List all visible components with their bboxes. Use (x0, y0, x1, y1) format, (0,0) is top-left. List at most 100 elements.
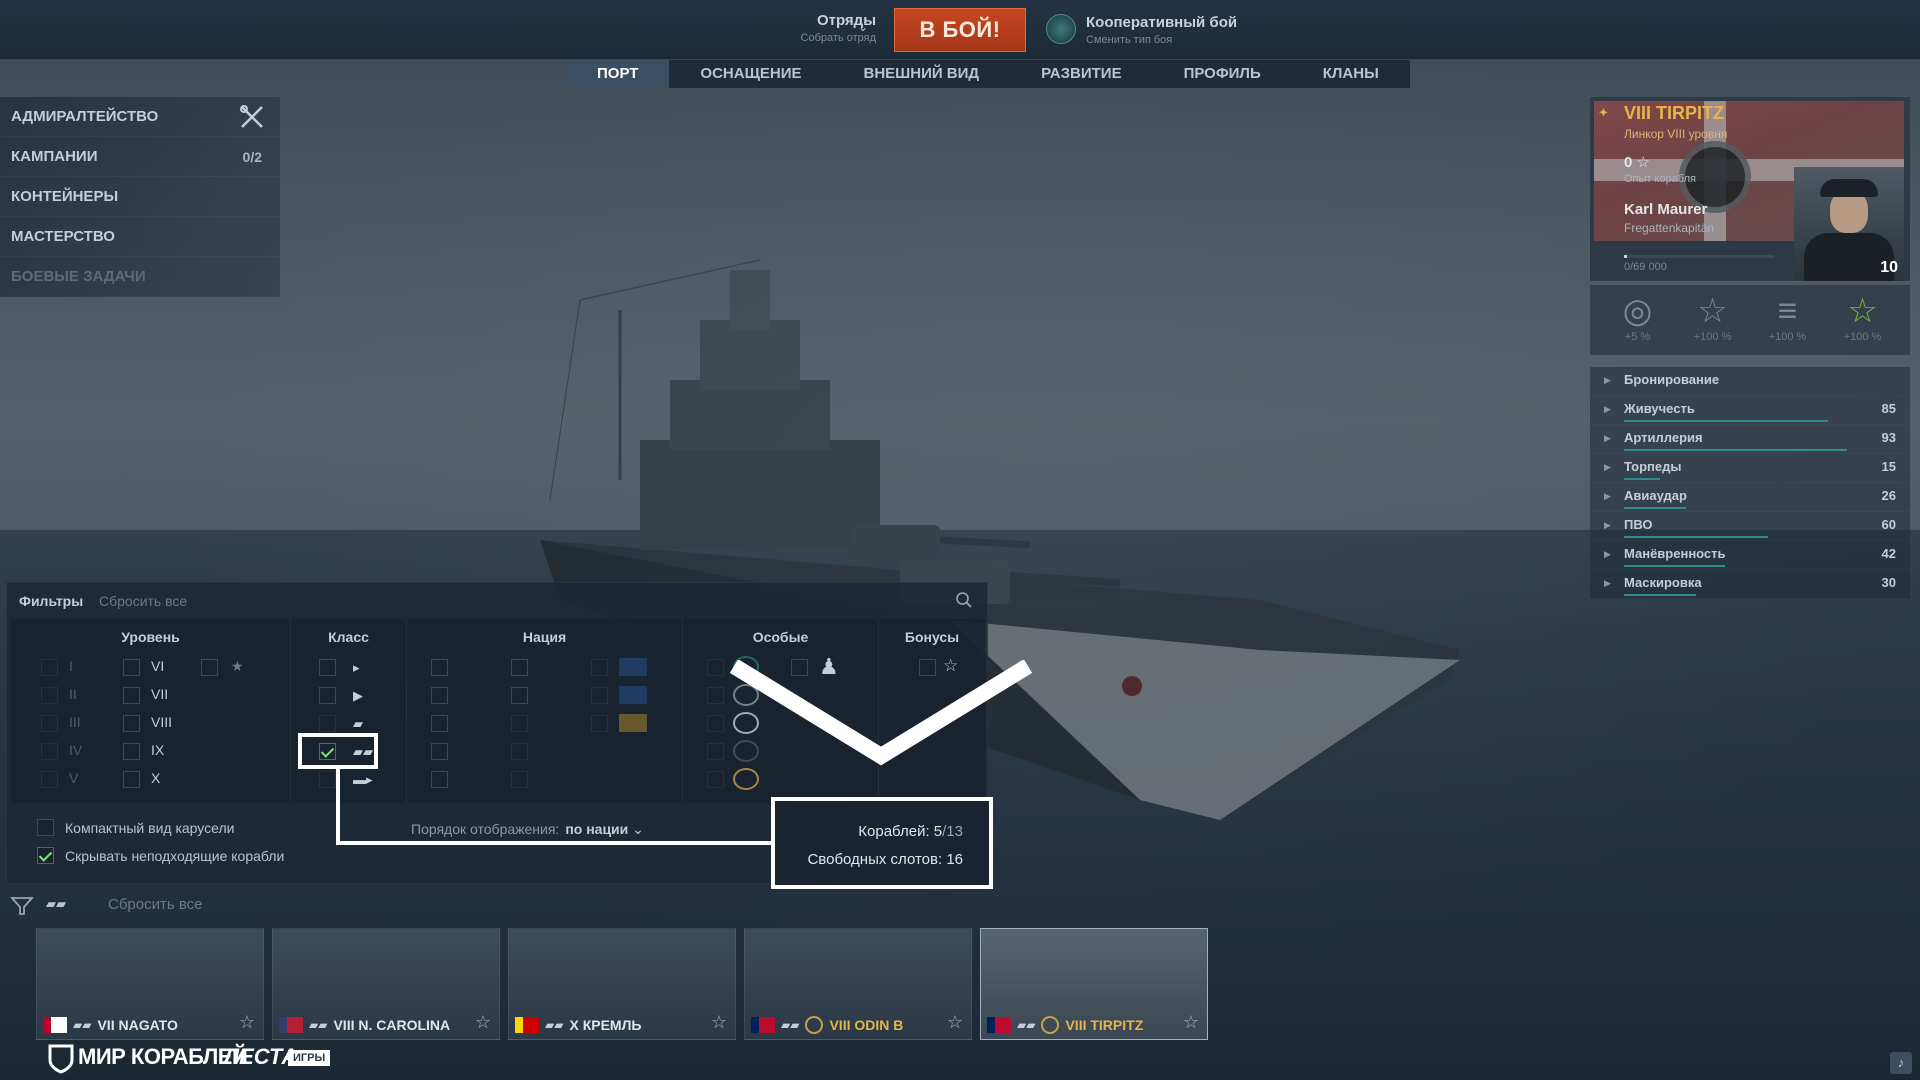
filter-checkbox-level[interactable] (123, 659, 140, 676)
favorite-star-icon[interactable]: ☆ (239, 1012, 255, 1033)
tab-equipment[interactable]: ОСНАЩЕНИЕ (669, 60, 832, 88)
favorite-star-icon[interactable]: ☆ (947, 1012, 963, 1033)
hide-unsuitable-checkbox[interactable] (37, 847, 54, 864)
elite-badge-icon (805, 1016, 824, 1034)
filter-checkbox-nation[interactable] (591, 687, 608, 704)
signal-flag-slot[interactable]: ◎ +5 % (1610, 293, 1666, 355)
ship-card-name: VIII TIRPITZ (1065, 1017, 1144, 1033)
param-row[interactable]: ▶ Авиаудар 26 (1590, 483, 1910, 512)
menu-item-admiralty[interactable]: АДМИРАЛТЕЙСТВО (0, 97, 280, 137)
ship-card[interactable]: ▰▰ VIII N. CAROLINA ☆ (272, 928, 500, 1040)
filter-checkbox-level[interactable] (41, 715, 58, 732)
signal-flags-row: ◎ +5 % ☆ +100 % ≡ +100 % ☆ +100 % (1590, 285, 1910, 355)
chevron-down-icon[interactable]: ⌄ (858, 20, 868, 34)
battleship-icon: ▰ (353, 716, 363, 731)
menu-item-label: МАСТЕРСТВО (11, 228, 115, 245)
param-row[interactable]: ▶ ПВО 60 (1590, 512, 1910, 541)
filter-checkbox-class[interactable] (319, 659, 336, 676)
battle-button[interactable]: В БОЙ! (894, 8, 1026, 52)
search-icon[interactable] (955, 591, 973, 609)
signal-flag-slot[interactable]: ☆ +100 % (1685, 293, 1741, 355)
battle-mode-selector[interactable]: Кооперативный бой Сменить тип боя (1086, 14, 1237, 46)
crossed-tools-icon (240, 105, 263, 128)
ship-card[interactable]: ▰▰ VII NAGATO ☆ (36, 928, 264, 1040)
filter-checkbox-nation[interactable] (431, 771, 448, 788)
filter-checkbox-special[interactable] (707, 687, 724, 704)
filter-checkbox-class[interactable] (319, 687, 336, 704)
filter-checkbox-special[interactable] (707, 715, 724, 732)
filter-checkbox-class[interactable] (319, 771, 336, 788)
filter-checkbox-nation[interactable] (511, 687, 528, 704)
filters-reset-all[interactable]: Сбросить все (99, 593, 187, 609)
ship-header[interactable]: ✦ VIII TIRPITZ Линкор VIII уровня 0 ☆ Оп… (1590, 97, 1910, 281)
filter-checkbox-class[interactable] (319, 715, 336, 732)
filter-checkbox-nation[interactable] (431, 659, 448, 676)
param-bar (1624, 565, 1725, 567)
option-hide-unsuitable[interactable]: Скрывать неподходящие корабли (37, 847, 284, 875)
filter-checkbox-nation[interactable] (511, 715, 528, 732)
filter-checkbox-nation[interactable] (591, 715, 608, 732)
ship-card[interactable]: ▰▰ X КРЕМЛЬ ☆ (508, 928, 736, 1040)
flag-bonus: +100 % (1693, 331, 1732, 343)
ship-card[interactable]: ▰▰ VIII ODIN B ☆ (744, 928, 972, 1040)
filter-checkbox-level[interactable] (123, 687, 140, 704)
filter-checkbox-special[interactable] (707, 771, 724, 788)
captain-xp-bar (1624, 255, 1774, 258)
carousel-reset-all[interactable]: Сбросить все (108, 896, 202, 913)
filter-checkbox-nation[interactable] (591, 659, 608, 676)
filter-checkbox-level[interactable] (41, 743, 58, 760)
favorite-star-icon[interactable]: ☆ (1183, 1012, 1199, 1033)
filter-checkbox-level[interactable] (41, 687, 58, 704)
tab-clans[interactable]: КЛАНЫ (1292, 60, 1410, 88)
captain-portrait[interactable]: 10 (1794, 167, 1904, 281)
filter-checkbox-nation[interactable] (431, 687, 448, 704)
filter-checkbox-nation[interactable] (511, 743, 528, 760)
filter-checkbox-special[interactable] (707, 743, 724, 760)
compact-view-checkbox[interactable] (37, 819, 54, 836)
tab-appearance[interactable]: ВНЕШНИЙ ВИД (833, 60, 1011, 88)
signal-flag-slot[interactable]: ☆ +100 % (1835, 293, 1891, 355)
filter-checkbox-nation[interactable] (431, 715, 448, 732)
favorite-star-icon[interactable]: ☆ (475, 1012, 491, 1033)
menu-item-mastery[interactable]: МАСТЕРСТВО (0, 217, 280, 257)
param-label: Артиллерия (1624, 430, 1703, 445)
param-row[interactable]: ▶ Живучесть 85 (1590, 396, 1910, 425)
signal-flag-slot[interactable]: ≡ +100 % (1760, 293, 1816, 355)
filter-checkbox-nation[interactable] (511, 659, 528, 676)
battle-mode-icon[interactable] (1046, 14, 1076, 44)
param-row[interactable]: ▶ Торпеды 15 (1590, 454, 1910, 483)
param-row[interactable]: ▶ Артиллерия 93 (1590, 425, 1910, 454)
menu-item-combat-missions[interactable]: БОЕВЫЕ ЗАДАЧИ (0, 257, 280, 297)
menu-item-containers[interactable]: КОНТЕЙНЕРЫ (0, 177, 280, 217)
menu-item-campaigns[interactable]: КАМПАНИИ 0/2 (0, 137, 280, 177)
filter-checkbox-level[interactable] (123, 743, 140, 760)
option-compact-view[interactable]: Компактный вид карусели (37, 819, 284, 847)
battleship-class-icon[interactable]: ▰▰ (46, 896, 66, 912)
filter-checkbox-level[interactable] (123, 771, 140, 788)
captain-level: 10 (1880, 259, 1898, 276)
filter-checkbox-nation[interactable] (511, 771, 528, 788)
filter-funnel-icon[interactable] (10, 894, 34, 918)
param-label: ПВО (1624, 517, 1653, 532)
notification-bell-icon[interactable]: ♪ (1890, 1052, 1912, 1074)
filter-checkbox-nation[interactable] (431, 743, 448, 760)
tab-port[interactable]: ПОРТ (566, 60, 670, 88)
display-order[interactable]: Порядок отображения: по нации ⌄ (411, 821, 644, 838)
filter-checkbox-special[interactable] (707, 659, 724, 676)
param-label: Бронирование (1624, 372, 1720, 387)
filter-checkbox-level[interactable] (41, 771, 58, 788)
filter-checkbox-premium[interactable] (201, 659, 218, 676)
campaigns-count: 0/2 (242, 149, 262, 165)
ship-card[interactable]: ▰▰ VIII TIRPITZ ☆ (980, 928, 1208, 1040)
tab-research[interactable]: РАЗВИТИЕ (1010, 60, 1152, 88)
param-row[interactable]: ▶ Маскировка 30 (1590, 570, 1910, 599)
filter-checkbox-level[interactable] (41, 659, 58, 676)
commander-flag-icon: ≡ (1777, 292, 1798, 330)
filter-checkbox-level[interactable] (123, 715, 140, 732)
game-logo: МИР КОРАБЛЕЙ (48, 1044, 248, 1070)
tab-profile[interactable]: ПРОФИЛЬ (1153, 60, 1292, 88)
battleship-class-icon: ▰▰ (781, 1018, 800, 1032)
param-row[interactable]: ▶ Манёвренность 42 (1590, 541, 1910, 570)
favorite-star-icon[interactable]: ☆ (711, 1012, 727, 1033)
param-row[interactable]: ▶ Бронирование (1590, 367, 1910, 396)
